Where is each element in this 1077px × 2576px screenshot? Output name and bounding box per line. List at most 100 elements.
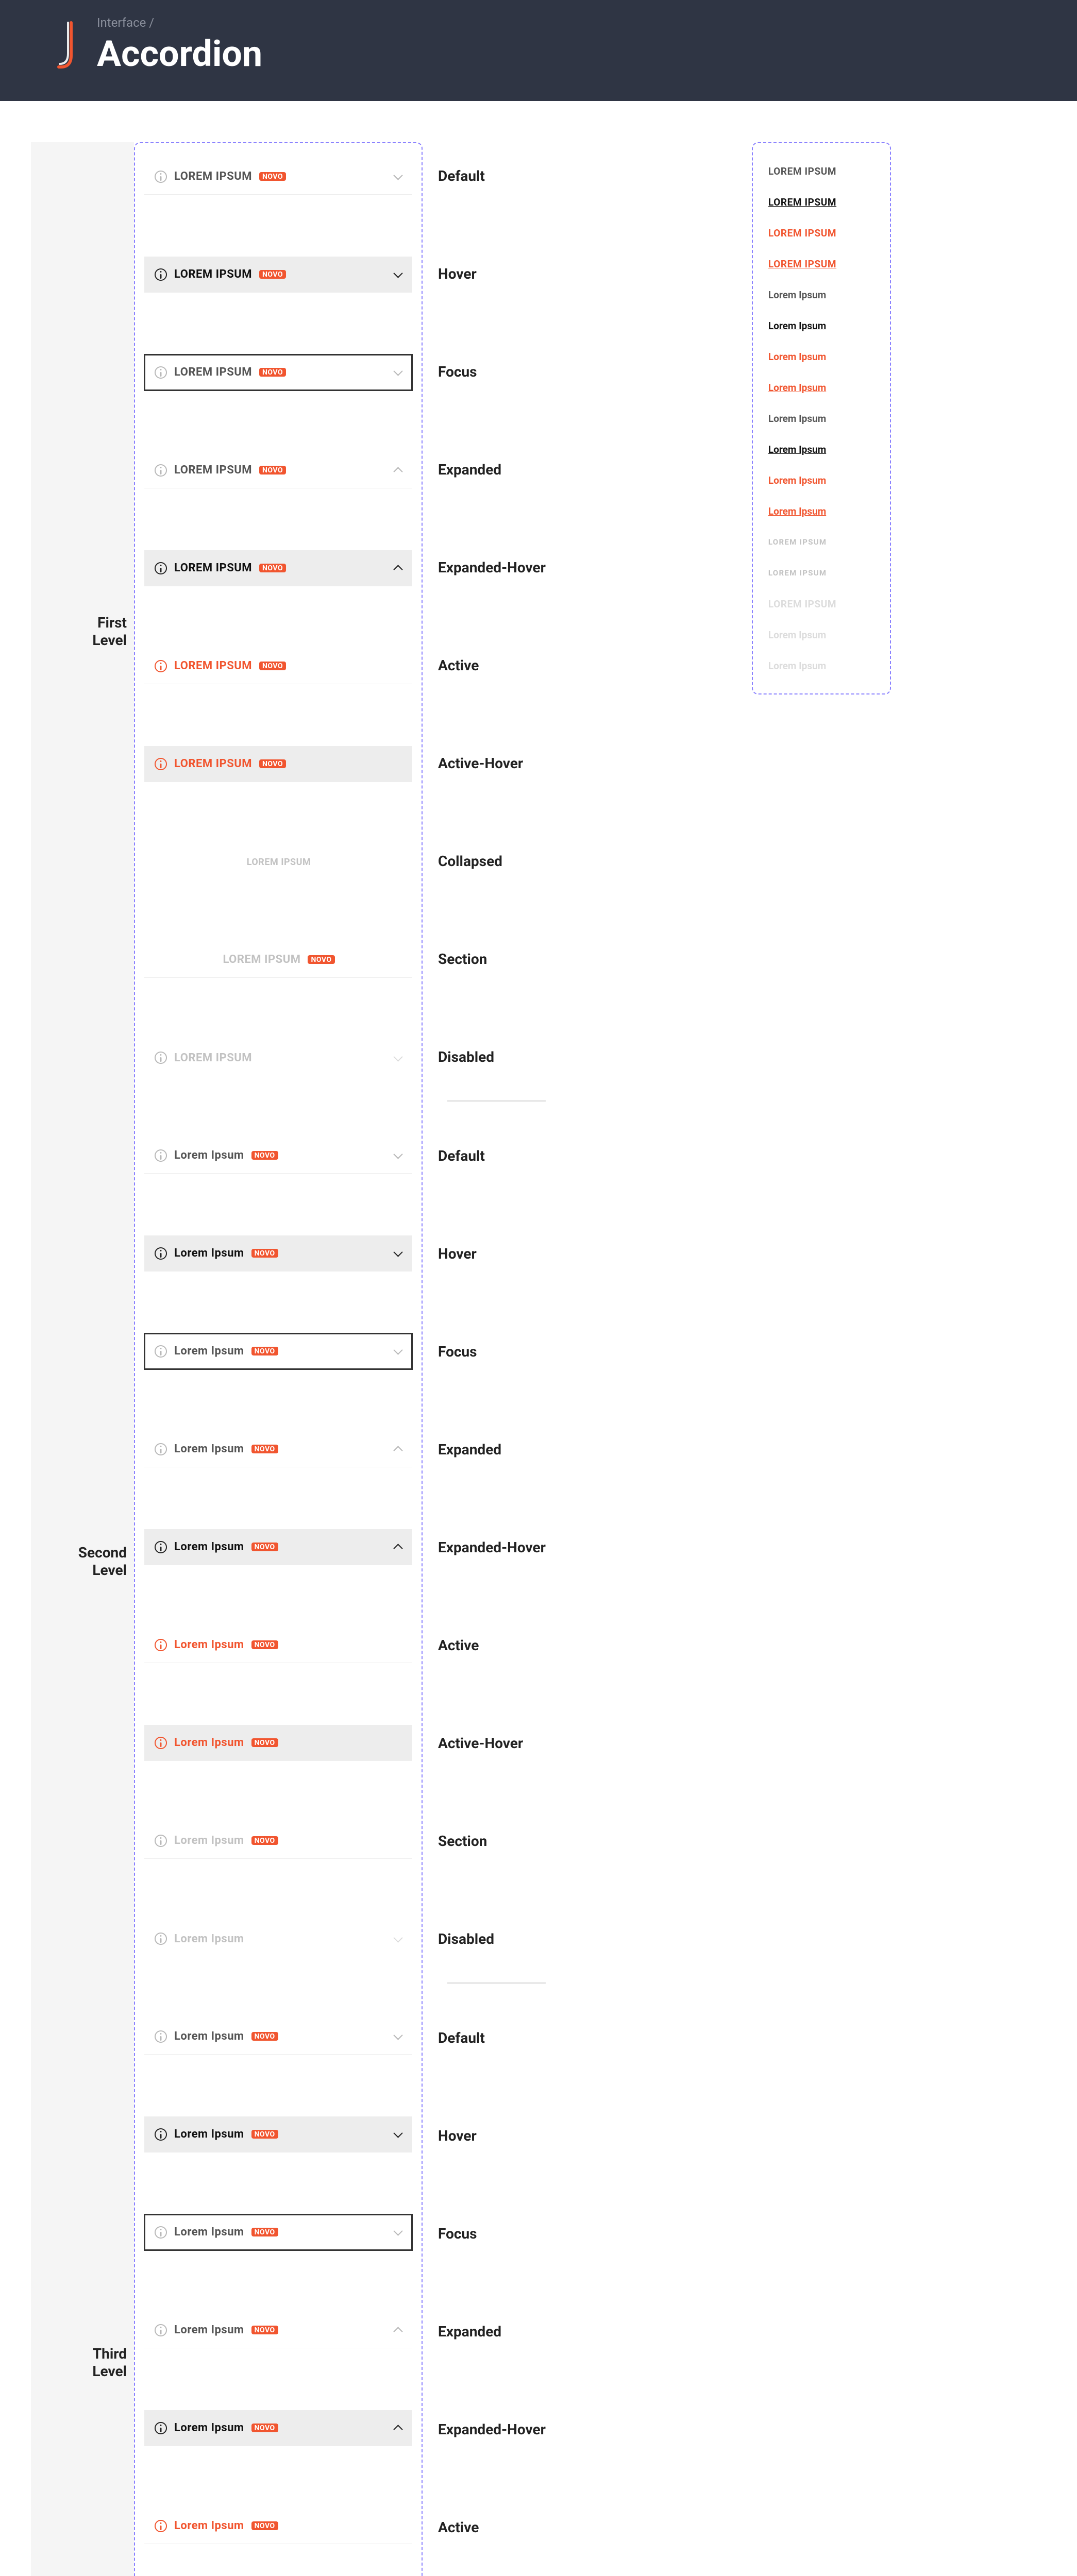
novo-badge: NOVO (259, 368, 286, 377)
accordion-item-disabled: LOREM IPSUM (144, 1040, 412, 1076)
accordion-item-section[interactable]: Lorem Ipsum NOVO (144, 1823, 412, 1859)
info-icon (155, 1345, 167, 1358)
accordion-item-acthov[interactable]: LOREM IPSUMNOVO (144, 746, 412, 782)
accordion-item-focus[interactable]: Lorem IpsumNOVO (144, 1333, 412, 1369)
accordion-item-expanded[interactable]: Lorem IpsumNOVO (144, 2312, 412, 2348)
novo-badge: NOVO (251, 1151, 278, 1160)
novo-badge: NOVO (251, 2032, 278, 2041)
state-label-active: Active (438, 2509, 546, 2545)
text-style-sample: LOREM IPSUM (768, 217, 874, 248)
state-label-default: Default (438, 2020, 546, 2056)
accordion-item-expanded[interactable]: Lorem IpsumNOVO (144, 1431, 412, 1467)
chevron-up-icon (393, 2325, 403, 2335)
sample-text: Lorem Ipsum (768, 444, 826, 455)
info-icon (155, 1247, 167, 1260)
novo-badge: NOVO (251, 2521, 278, 2530)
sample-text: LOREM IPSUM (768, 537, 827, 547)
accordion-label: LOREM IPSUM (223, 953, 300, 966)
novo-badge: NOVO (259, 662, 286, 670)
accordion-label: Lorem Ipsum (174, 1834, 244, 1847)
accordion-item-hover[interactable]: Lorem IpsumNOVO (144, 2116, 412, 2153)
text-style-sample: Lorem Ipsum (768, 403, 874, 434)
text-style-sample: LOREM IPSUM (768, 248, 874, 279)
page-title: Accordion (97, 33, 262, 75)
info-icon (155, 366, 167, 379)
page-header: Interface / Accordion (0, 0, 1077, 101)
sample-text: LOREM IPSUM (768, 568, 827, 578)
states-column: DefaultHoverFocusExpandedExpanded-HoverA… (423, 142, 546, 2576)
text-style-sample: LOREM IPSUM (768, 527, 874, 557)
accordion-item-exphov[interactable]: Lorem IpsumNOVO (144, 1529, 412, 1565)
accordion-item-section[interactable]: LOREM IPSUMNOVO (144, 942, 412, 978)
accordion-item-active[interactable]: Lorem Ipsum NOVO (144, 2508, 412, 2544)
sample-text: Lorem Ipsum (768, 474, 826, 486)
accordion-item-exphov[interactable]: Lorem IpsumNOVO (144, 2410, 412, 2446)
accordion-item-default[interactable]: LOREM IPSUM NOVO (144, 159, 412, 195)
accordion-item-focus[interactable]: Lorem IpsumNOVO (144, 2214, 412, 2250)
chevron-down-icon (393, 1248, 403, 1259)
logo (52, 20, 77, 71)
sample-text: Lorem Ipsum (768, 382, 826, 394)
novo-badge: NOVO (251, 1738, 278, 1747)
sample-text: LOREM IPSUM (768, 196, 836, 208)
novo-badge: NOVO (259, 172, 286, 181)
chevron-down-icon (393, 2031, 403, 2042)
state-label-section: Section (438, 1823, 546, 1859)
accordion-item-active[interactable]: Lorem IpsumNOVO (144, 1627, 412, 1663)
text-style-sample: Lorem Ipsum (768, 496, 874, 527)
text-style-sample: LOREM IPSUM (768, 187, 874, 217)
chevron-up-icon (393, 563, 403, 573)
accordion-item-exphov[interactable]: LOREM IPSUMNOVO (144, 550, 412, 586)
accordion-label: LOREM IPSUM (174, 366, 252, 379)
accordion-item-active[interactable]: LOREM IPSUMNOVO (144, 648, 412, 684)
accordion-item-hover[interactable]: Lorem IpsumNOVO (144, 1235, 412, 1272)
state-label-expanded: Expanded (438, 2313, 546, 2349)
info-icon (155, 562, 167, 574)
text-style-sample: Lorem Ipsum (768, 279, 874, 310)
chevron-up-icon (393, 465, 403, 476)
text-style-sample: LOREM IPSUM (768, 588, 874, 619)
novo-badge: NOVO (251, 1640, 278, 1649)
accordion-label: Lorem Ipsum (174, 2519, 244, 2532)
accordion-item-expanded[interactable]: LOREM IPSUMNOVO (144, 452, 412, 488)
accordion-label: Lorem Ipsum (174, 1443, 244, 1455)
info-icon (155, 171, 167, 183)
accordion-item-acthov[interactable]: Lorem IpsumNOVO (144, 1725, 412, 1761)
info-icon (155, 660, 167, 672)
state-label-acthov: Active-Hover (438, 1725, 546, 1761)
accordion-label: LOREM IPSUM (174, 562, 252, 574)
novo-badge: NOVO (251, 2130, 278, 2139)
sample-text: LOREM IPSUM (768, 598, 836, 610)
accordion-label: Lorem Ipsum (174, 2421, 244, 2434)
accordion-item-focus[interactable]: LOREM IPSUM NOVO (144, 354, 412, 391)
accordion-item-hover[interactable]: LOREM IPSUMNOVO (144, 257, 412, 293)
state-label-disabled: Disabled (438, 1039, 546, 1075)
chevron-up-icon (393, 2423, 403, 2433)
sample-text: Lorem Ipsum (768, 413, 826, 425)
text-style-sample: LOREM IPSUM (768, 156, 874, 187)
novo-badge: NOVO (259, 270, 286, 279)
accordion-label: Lorem Ipsum (174, 1345, 244, 1358)
novo-badge: NOVO (251, 1836, 278, 1845)
text-style-sample: Lorem Ipsum (768, 372, 874, 403)
state-label-disabled: Disabled (438, 1921, 546, 1957)
chevron-down-icon (393, 269, 403, 280)
accordion-item-default[interactable]: Lorem Ipsum NOVO (144, 1138, 412, 1174)
info-icon (155, 2128, 167, 2141)
title-block: Interface / Accordion (97, 15, 262, 75)
state-label-focus: Focus (438, 1333, 546, 1369)
text-style-sample: Lorem Ipsum (768, 465, 874, 496)
accordion-item-default[interactable]: Lorem IpsumNOVO (144, 2019, 412, 2055)
state-label-focus: Focus (438, 353, 546, 389)
novo-badge: NOVO (251, 2326, 278, 2334)
level3-label: ThirdLevel (92, 2345, 127, 2380)
novo-badge: NOVO (251, 1543, 278, 1551)
accordion-item-collapsed[interactable]: LOREM IPSUM (144, 844, 412, 880)
accordion-label: LOREM IPSUM (174, 170, 252, 183)
sample-text: LOREM IPSUM (768, 258, 836, 270)
sample-text: Lorem Ipsum (768, 629, 826, 641)
accordion-label: Lorem Ipsum (174, 1149, 244, 1162)
info-icon (155, 758, 167, 770)
chevron-up-icon (393, 1542, 403, 1552)
sample-text: LOREM IPSUM (768, 227, 836, 239)
